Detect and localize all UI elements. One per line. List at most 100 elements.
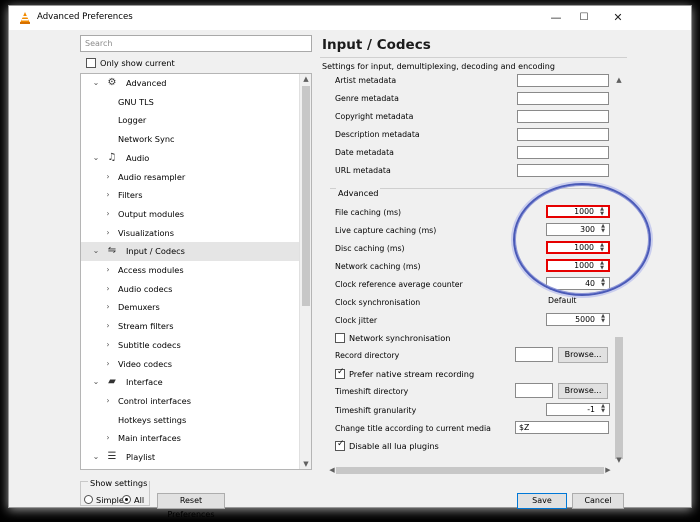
close-button[interactable]: ✕ <box>603 8 633 28</box>
tree-item[interactable]: › Audio resampler <box>81 168 299 187</box>
timeshift-browse-button[interactable]: Browse... <box>558 383 608 399</box>
chevron-right-icon[interactable]: › <box>103 261 113 280</box>
chevron-right-icon[interactable]: › <box>103 186 113 205</box>
chevron-right-icon[interactable]: › <box>103 168 113 187</box>
minimize-button[interactable]: — <box>541 8 571 28</box>
copyright-metadata-label: Copyright metadata <box>335 112 414 121</box>
scroll-right-icon[interactable]: ▶ <box>604 466 612 474</box>
search-input[interactable]: Search <box>80 35 312 52</box>
chevron-right-icon[interactable]: › <box>103 336 113 355</box>
checkbox-box[interactable] <box>335 367 345 379</box>
tree-item[interactable]: › Audio codecs <box>81 280 299 299</box>
record-directory-label: Record directory <box>335 351 400 360</box>
disable-lua-label: Disable all lua plugins <box>349 440 439 451</box>
network-sync-label: Network synchronisation <box>349 332 451 343</box>
settings-horizontal-scrollbar[interactable]: ◀ ▶ <box>328 464 613 476</box>
reset-preferences-button[interactable]: Reset Preferences <box>157 493 225 519</box>
tree-item[interactable]: ⌄ ▰ Interface <box>81 373 299 392</box>
scroll-left-icon[interactable]: ◀ <box>328 466 336 474</box>
tree-item[interactable]: ⌄ ♫ Audio <box>81 149 299 168</box>
radio-all[interactable] <box>122 495 131 504</box>
clock-sync-dropdown[interactable]: Default <box>548 296 577 305</box>
record-browse-button[interactable]: Browse... <box>558 347 608 363</box>
tree-item-label: Main interfaces <box>118 433 181 444</box>
scroll-up-icon[interactable]: ▲ <box>300 75 311 83</box>
chevron-down-icon[interactable]: ⌄ <box>91 74 101 93</box>
tree-item[interactable]: Hotkeys settings <box>81 411 299 430</box>
tree-item-label: Audio <box>126 152 150 163</box>
prefer-native-checkbox[interactable]: Prefer native stream recording <box>335 367 475 379</box>
tree-item-label: Filters <box>118 190 143 201</box>
scroll-up-icon[interactable]: ▲ <box>613 76 625 84</box>
tree-item[interactable]: ⌄ ⚙ Advanced <box>81 74 299 93</box>
tree-item[interactable]: Logger <box>81 111 299 130</box>
tree-item[interactable]: › Output modules <box>81 205 299 224</box>
checkbox-box[interactable] <box>86 57 96 68</box>
only-show-current-checkbox[interactable]: Only show current <box>86 57 175 68</box>
tree-item[interactable]: › Video codecs <box>81 355 299 374</box>
artist-metadata-label: Artist metadata <box>335 76 397 85</box>
horizontal-scroll-thumb[interactable] <box>336 467 604 474</box>
tree-scrollbar[interactable]: ▲ ▼ <box>299 74 311 469</box>
chevron-right-icon[interactable]: › <box>103 429 113 448</box>
url-metadata-label: URL metadata <box>335 166 391 175</box>
tree-item[interactable]: › Control interfaces <box>81 392 299 411</box>
show-settings-label: Show settings <box>88 478 150 488</box>
genre-metadata-field[interactable] <box>517 92 609 105</box>
chevron-right-icon[interactable]: › <box>103 355 113 374</box>
change-title-field[interactable]: $Z <box>515 421 609 434</box>
tree-item[interactable]: › Filters <box>81 186 299 205</box>
tree-item[interactable]: › Stream filters <box>81 317 299 336</box>
chevron-down-icon[interactable]: ⌄ <box>91 448 101 467</box>
maximize-button[interactable]: ☐ <box>569 8 599 28</box>
prefer-native-label: Prefer native stream recording <box>349 368 475 379</box>
chevron-down-icon[interactable]: ⌄ <box>91 242 101 261</box>
tree-item[interactable]: › Subtitle codecs <box>81 336 299 355</box>
tree-item-label: Interface <box>126 377 163 388</box>
description-metadata-field[interactable] <box>517 128 609 141</box>
simple-radio[interactable]: Simple <box>84 494 124 505</box>
chevron-right-icon[interactable]: › <box>103 392 113 411</box>
url-metadata-field[interactable] <box>517 164 609 177</box>
tree-item[interactable]: › Visualizations <box>81 224 299 243</box>
checkbox-box[interactable] <box>335 332 345 343</box>
chevron-right-icon[interactable]: › <box>103 224 113 243</box>
copyright-metadata-field[interactable] <box>517 110 609 123</box>
description-metadata-label: Description metadata <box>335 130 420 139</box>
chevron-down-icon[interactable]: ⌄ <box>91 149 101 168</box>
chevron-right-icon[interactable]: › <box>103 280 113 299</box>
tree-item[interactable]: ⌄ ⇋ Input / Codecs <box>81 242 299 261</box>
scroll-down-icon[interactable]: ▼ <box>613 456 625 464</box>
tree-item[interactable]: › Access modules <box>81 261 299 280</box>
tree-item-label: Audio codecs <box>118 283 173 294</box>
clock-jitter-spinbox[interactable]: 5000 ▲ ▼ <box>546 313 610 326</box>
tree-item[interactable]: ⌄ ☰ Playlist <box>81 448 299 467</box>
record-directory-field[interactable] <box>515 347 553 362</box>
tree-item[interactable]: › Main interfaces <box>81 429 299 448</box>
cancel-button[interactable]: Cancel <box>572 493 624 509</box>
settings-scroll-thumb[interactable] <box>615 337 623 459</box>
tree-item[interactable]: › Demuxers <box>81 298 299 317</box>
tree-item[interactable]: Network Sync <box>81 130 299 149</box>
tree-item[interactable]: GNU TLS <box>81 93 299 112</box>
radio-simple[interactable] <box>84 495 93 504</box>
preferences-tree[interactable]: ▲ ▼ ⌄ ⚙ Advanced GNU TLS Logger Network Sync ⌄… <box>80 73 312 470</box>
all-radio[interactable]: All <box>122 494 144 505</box>
save-button[interactable]: Save <box>517 493 567 509</box>
chevron-right-icon[interactable]: › <box>103 205 113 224</box>
scroll-down-icon[interactable]: ▼ <box>300 460 311 468</box>
input-codecs-icon: ⇋ <box>107 245 117 257</box>
spin-arrows-icon[interactable]: ▲ ▼ <box>599 314 607 324</box>
date-metadata-field[interactable] <box>517 146 609 159</box>
timeshift-directory-field[interactable] <box>515 383 553 398</box>
artist-metadata-field[interactable] <box>517 74 609 87</box>
chevron-down-icon[interactable]: ⌄ <box>91 373 101 392</box>
tree-scroll-thumb[interactable] <box>302 86 310 306</box>
checkbox-box[interactable] <box>335 439 345 451</box>
spin-arrows-icon[interactable]: ▲ ▼ <box>599 404 607 414</box>
timeshift-granularity-spinbox[interactable]: -1 ▲ ▼ <box>546 403 610 416</box>
chevron-right-icon[interactable]: › <box>103 317 113 336</box>
network-sync-checkbox[interactable]: Network synchronisation <box>335 332 450 343</box>
disable-lua-checkbox[interactable]: Disable all lua plugins <box>335 439 439 451</box>
chevron-right-icon[interactable]: › <box>103 298 113 317</box>
